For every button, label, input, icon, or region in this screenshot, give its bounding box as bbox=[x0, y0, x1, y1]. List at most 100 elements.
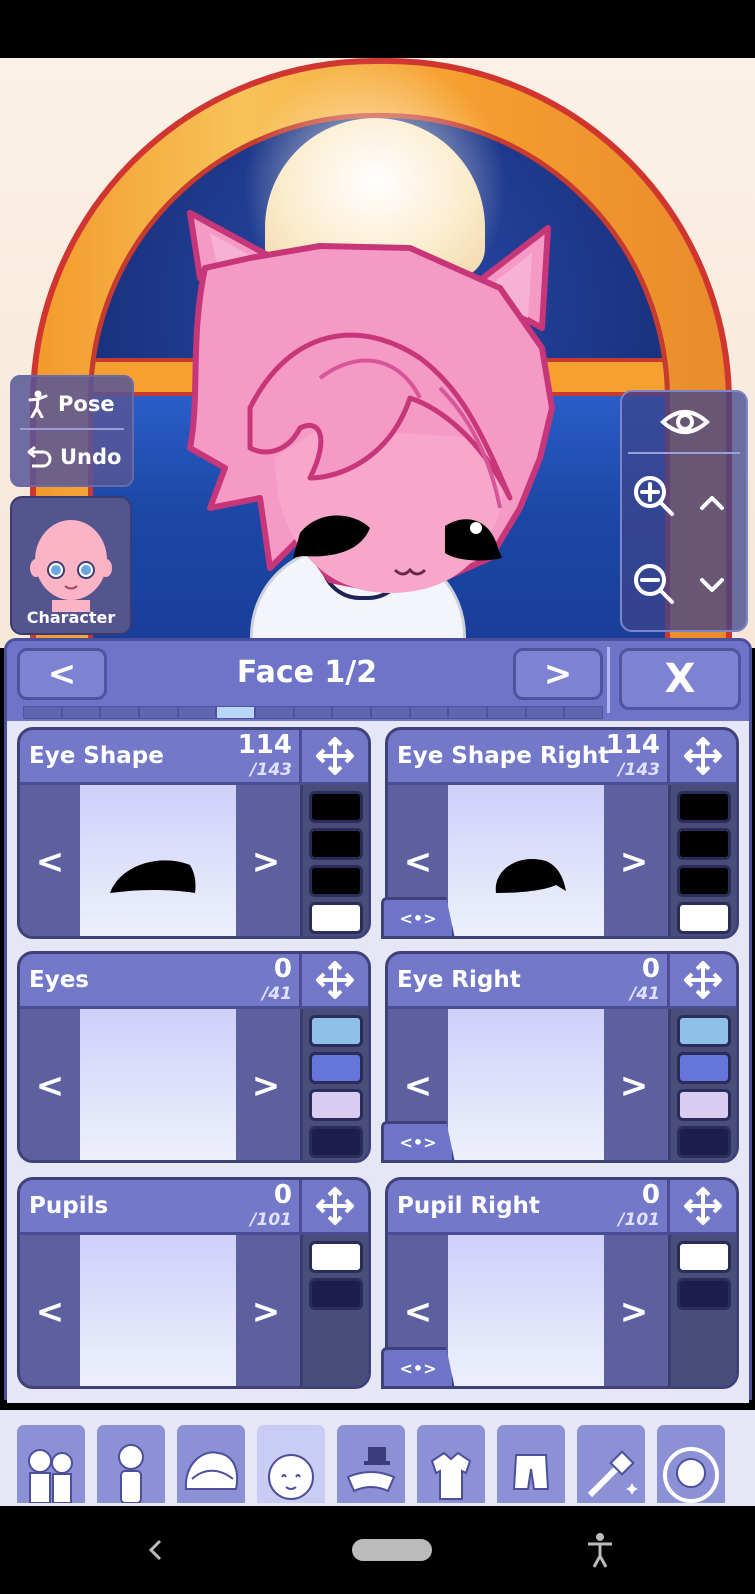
card-count-value: 0 bbox=[641, 954, 660, 984]
undo-label: Undo bbox=[60, 445, 122, 469]
character-button[interactable]: Character bbox=[10, 496, 132, 635]
page-indicator-segment bbox=[178, 707, 216, 718]
mirror-button[interactable]: <•> bbox=[381, 1347, 455, 1389]
page-indicator-segment bbox=[217, 707, 255, 718]
color-swatch[interactable] bbox=[309, 828, 363, 860]
card-count-value: 0 bbox=[273, 954, 292, 984]
move-icon bbox=[684, 961, 722, 999]
color-swatch[interactable] bbox=[309, 865, 363, 897]
color-swatch[interactable] bbox=[309, 1241, 363, 1273]
card-title: Eyes bbox=[29, 967, 89, 993]
move-button[interactable] bbox=[667, 730, 736, 782]
move-icon bbox=[684, 737, 722, 775]
zoom-out-icon[interactable] bbox=[632, 562, 676, 606]
next-option-button[interactable]: > bbox=[604, 1235, 664, 1386]
page-indicator-segment bbox=[565, 707, 603, 718]
color-swatch[interactable] bbox=[309, 902, 363, 934]
color-swatch[interactable] bbox=[677, 828, 731, 860]
next-option-button[interactable]: > bbox=[604, 1009, 664, 1160]
home-pill-icon[interactable] bbox=[350, 1528, 434, 1572]
color-swatch[interactable] bbox=[309, 1278, 363, 1310]
tab-accessories[interactable] bbox=[334, 1422, 408, 1506]
accessibility-icon[interactable] bbox=[580, 1528, 620, 1572]
chevron-up-icon[interactable] bbox=[690, 480, 734, 524]
tab-bottoms[interactable] bbox=[494, 1422, 568, 1506]
card-title: Eye Shape Right bbox=[397, 743, 610, 769]
move-button[interactable] bbox=[667, 954, 736, 1006]
color-swatch[interactable] bbox=[309, 1052, 363, 1084]
color-swatch[interactable] bbox=[677, 1052, 731, 1084]
page-indicator-segment bbox=[294, 707, 332, 718]
color-swatch[interactable] bbox=[677, 902, 731, 934]
back-icon[interactable] bbox=[136, 1528, 176, 1572]
eyes-card: Eyes 0 /41 < > bbox=[17, 951, 371, 1163]
move-button[interactable] bbox=[299, 730, 368, 782]
color-swatches bbox=[300, 785, 368, 936]
card-count: 114 /143 bbox=[238, 730, 292, 780]
color-swatch[interactable] bbox=[677, 791, 731, 823]
color-swatches bbox=[300, 1009, 368, 1160]
option-preview bbox=[448, 1235, 604, 1386]
card-header: Pupil Right 0 /101 bbox=[388, 1180, 736, 1235]
props-icon bbox=[587, 1450, 638, 1498]
card-count-total: /143 bbox=[618, 760, 660, 780]
prev-option-button[interactable]: < bbox=[20, 1009, 80, 1160]
card-header: Pupils 0 /101 bbox=[20, 1180, 368, 1235]
mirror-button[interactable]: <•> bbox=[381, 897, 455, 939]
color-swatch[interactable] bbox=[677, 1241, 731, 1273]
tab-tops[interactable] bbox=[414, 1422, 488, 1506]
prev-page-button[interactable]: < bbox=[17, 648, 107, 700]
next-page-button[interactable]: > bbox=[513, 648, 603, 700]
card-title: Pupils bbox=[29, 1193, 109, 1219]
page-indicator-segment bbox=[372, 707, 409, 718]
pose-label: Pose bbox=[58, 392, 115, 416]
page-indicator-segment bbox=[488, 707, 525, 718]
move-button[interactable] bbox=[667, 1180, 736, 1232]
pose-icon bbox=[28, 390, 48, 418]
move-button[interactable] bbox=[299, 954, 368, 1006]
prev-option-button[interactable]: < bbox=[20, 1235, 80, 1386]
color-swatch[interactable] bbox=[309, 1015, 363, 1047]
group-icon bbox=[28, 1449, 73, 1503]
card-count-total: /101 bbox=[250, 1210, 292, 1230]
undo-icon bbox=[27, 446, 52, 468]
tab-body[interactable] bbox=[94, 1422, 168, 1506]
tab-hair[interactable] bbox=[174, 1422, 248, 1506]
bottoms-icon bbox=[512, 1454, 550, 1490]
color-swatch[interactable] bbox=[677, 865, 731, 897]
undo-button[interactable]: Undo bbox=[12, 432, 132, 482]
option-preview bbox=[448, 1009, 604, 1160]
pupils-card: Pupils 0 /101 < > bbox=[17, 1177, 371, 1389]
next-option-button[interactable]: > bbox=[604, 785, 664, 936]
pose-button[interactable]: Pose bbox=[20, 380, 124, 430]
color-swatch[interactable] bbox=[677, 1126, 731, 1158]
move-button[interactable] bbox=[299, 1180, 368, 1232]
toolbar-divider bbox=[628, 452, 740, 454]
header-divider bbox=[607, 647, 610, 713]
eye-icon[interactable] bbox=[660, 402, 710, 442]
chevron-down-icon[interactable] bbox=[690, 562, 734, 606]
tab-profile[interactable] bbox=[654, 1422, 728, 1506]
color-swatch[interactable] bbox=[309, 791, 363, 823]
color-swatch[interactable] bbox=[677, 1089, 731, 1121]
tab-face[interactable] bbox=[254, 1422, 328, 1506]
character-head[interactable] bbox=[180, 208, 570, 648]
zoom-in-icon[interactable] bbox=[632, 474, 676, 518]
mirror-button[interactable]: <•> bbox=[381, 1121, 455, 1163]
color-swatch[interactable] bbox=[677, 1015, 731, 1047]
next-option-button[interactable]: > bbox=[236, 785, 296, 936]
category-tab-bar bbox=[0, 1410, 755, 1506]
close-button[interactable]: X bbox=[619, 648, 741, 710]
page-indicator-segment bbox=[140, 707, 177, 718]
tab-props[interactable] bbox=[574, 1422, 648, 1506]
card-count-value: 114 bbox=[605, 730, 660, 760]
character-label: Character bbox=[26, 608, 116, 627]
color-swatch[interactable] bbox=[309, 1126, 363, 1158]
next-option-button[interactable]: > bbox=[236, 1235, 296, 1386]
color-swatch[interactable] bbox=[677, 1278, 731, 1310]
color-swatch[interactable] bbox=[309, 1089, 363, 1121]
option-preview bbox=[80, 785, 236, 936]
tab-group[interactable] bbox=[14, 1422, 88, 1506]
next-option-button[interactable]: > bbox=[236, 1009, 296, 1160]
prev-option-button[interactable]: < bbox=[20, 785, 80, 936]
